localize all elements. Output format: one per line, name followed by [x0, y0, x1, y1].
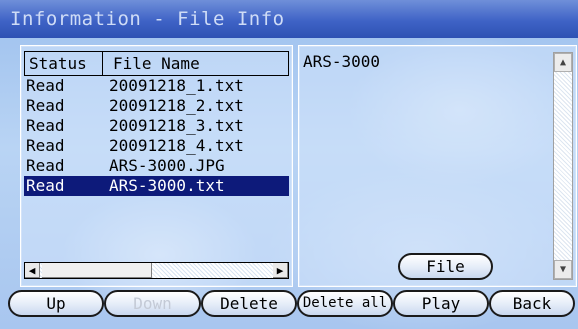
column-header-file-name[interactable]: File Name — [103, 51, 289, 75]
scroll-right-icon[interactable]: ▶ — [273, 263, 288, 278]
table-row[interactable]: Read 20091218_3.txt — [24, 116, 289, 136]
table-row[interactable]: Read 20091218_4.txt — [24, 136, 289, 156]
vertical-scrollbar[interactable]: ▲ ▼ — [553, 52, 573, 280]
column-header-status[interactable]: Status — [24, 51, 103, 75]
screen: Information - File Info Status File Name… — [0, 0, 578, 329]
scroll-left-icon[interactable]: ◀ — [25, 263, 40, 278]
row-file-name: 20091218_3.txt — [109, 116, 244, 135]
row-file-name: ARS-3000.txt — [109, 176, 225, 195]
delete-all-button[interactable]: Delete all — [297, 290, 393, 317]
file-button[interactable]: File — [398, 253, 493, 280]
play-button[interactable]: Play — [393, 290, 489, 317]
row-status: Read — [26, 156, 65, 175]
file-table: Status File Name Read 20091218_1.txt Rea… — [24, 51, 289, 196]
delete-button[interactable]: Delete — [201, 290, 297, 317]
preview-panel: ARS-3000 ▲ ▼ — [298, 45, 577, 287]
row-file-name: 20091218_1.txt — [109, 76, 244, 95]
table-row[interactable]: Read ARS-3000.JPG — [24, 156, 289, 176]
row-file-name: 20091218_2.txt — [109, 96, 244, 115]
table-row-selected[interactable]: Read ARS-3000.txt — [24, 176, 289, 196]
back-button[interactable]: Back — [489, 290, 575, 317]
up-button[interactable]: Up — [8, 290, 104, 317]
table-row[interactable]: Read 20091218_2.txt — [24, 96, 289, 116]
scrollbar-thumb[interactable] — [42, 263, 152, 278]
preview-content: ARS-3000 — [303, 52, 381, 71]
window-title: Information - File Info — [0, 0, 578, 38]
down-button[interactable]: Down — [104, 290, 201, 317]
row-status: Read — [26, 96, 65, 115]
row-status: Read — [26, 116, 65, 135]
file-list-panel: Status File Name Read 20091218_1.txt Rea… — [20, 45, 293, 287]
horizontal-scrollbar[interactable]: ◀ ▶ — [24, 262, 289, 279]
row-file-name: 20091218_4.txt — [109, 136, 244, 155]
scroll-up-icon[interactable]: ▲ — [554, 53, 572, 72]
row-status: Read — [26, 136, 65, 155]
row-status: Read — [26, 176, 65, 195]
table-header: Status File Name — [24, 51, 289, 76]
row-file-name: ARS-3000.JPG — [109, 156, 225, 175]
row-status: Read — [26, 76, 65, 95]
scroll-down-icon[interactable]: ▼ — [554, 260, 572, 279]
table-row[interactable]: Read 20091218_1.txt — [24, 76, 289, 96]
